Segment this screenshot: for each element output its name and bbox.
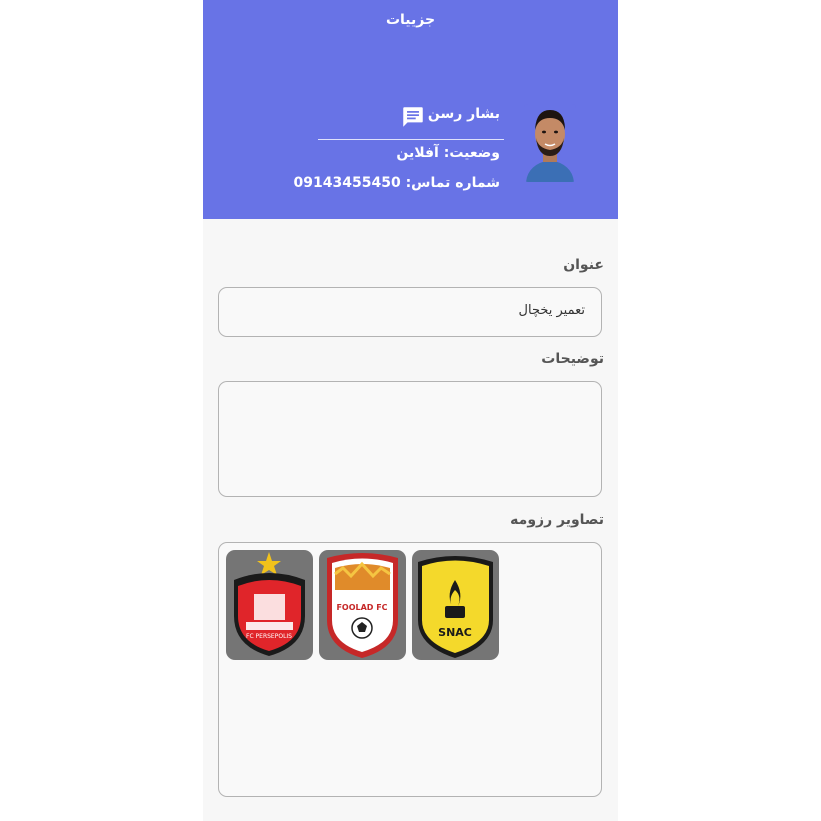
phone-label: شماره تماس: <box>405 175 500 191</box>
contact-number: شماره تماس: 09143455450 <box>294 175 500 191</box>
status-text: وضعیت: آفلاین <box>396 145 500 161</box>
resume-images-container: FC PERSEPOLIS FOOLAD FC SNAC <box>218 542 602 797</box>
snac-logo[interactable]: SNAC <box>412 550 499 660</box>
foolad-logo-text: FOOLAD FC <box>336 603 387 612</box>
foolad-fc-logo[interactable]: FOOLAD FC <box>319 550 406 660</box>
snac-logo-text: SNAC <box>438 626 472 639</box>
next-section-label <box>492 807 562 821</box>
app-screen: جزییات بشار رسن وضعیت: آفلاین شماره تماس… <box>203 0 618 821</box>
profile-header: جزییات بشار رسن وضعیت: آفلاین شماره تماس… <box>203 0 618 219</box>
title-value: تعمیر یخچال <box>518 303 585 318</box>
page-title: جزییات <box>385 12 436 28</box>
header-divider <box>318 139 504 140</box>
fc-persepolis-logo[interactable]: FC PERSEPOLIS <box>226 550 313 660</box>
persepolis-logo-text: FC PERSEPOLIS <box>246 633 292 640</box>
phone-number: 09143455450 <box>293 175 401 191</box>
avatar <box>524 104 576 182</box>
description-label: توضیحات <box>541 351 604 367</box>
message-icon[interactable] <box>400 104 426 130</box>
title-field[interactable]: تعمیر یخچال <box>218 287 602 337</box>
title-label: عنوان <box>563 257 604 273</box>
resume-images-label: تصاویر رزومه <box>510 512 604 528</box>
description-field[interactable] <box>218 381 602 497</box>
user-name: بشار رسن <box>427 106 500 122</box>
